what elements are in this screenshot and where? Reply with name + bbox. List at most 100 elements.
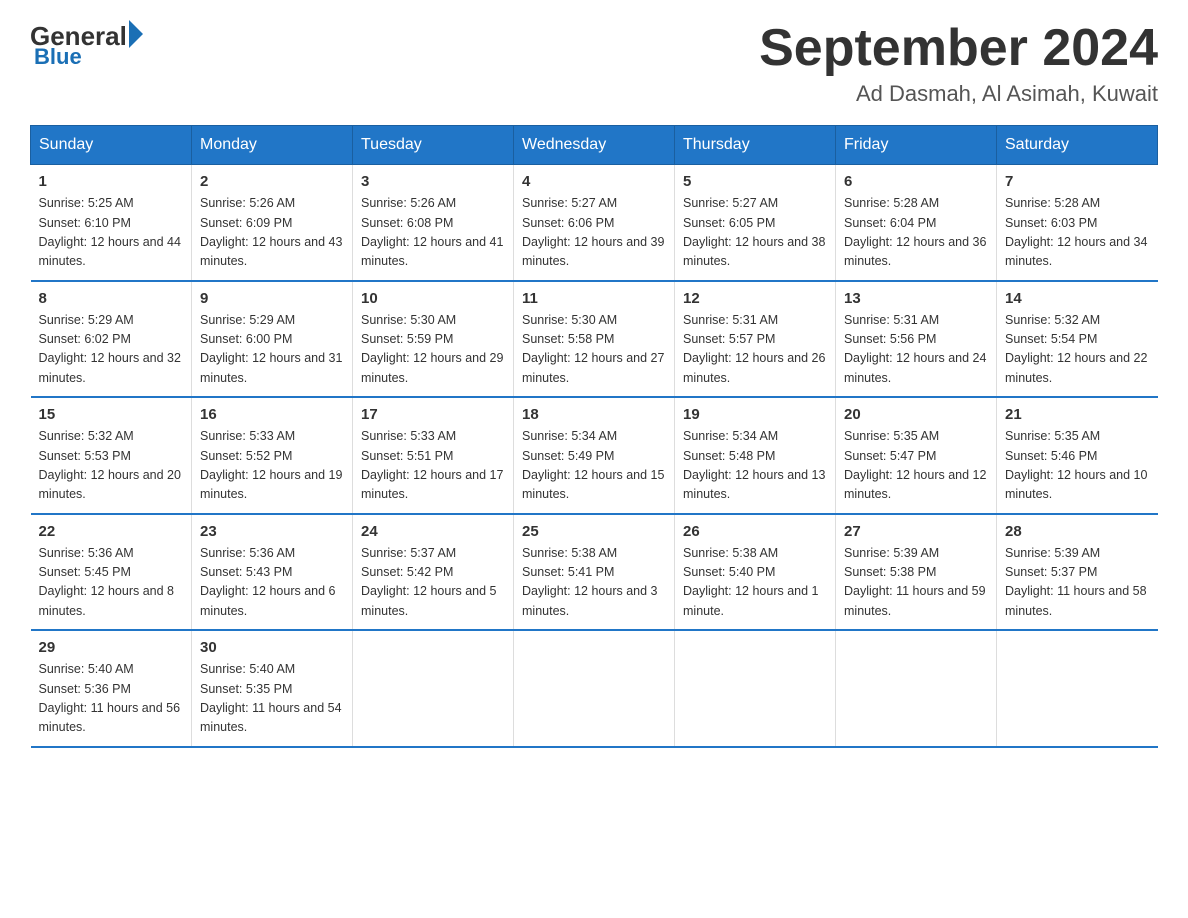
day-info: Sunrise: 5:27 AMSunset: 6:06 PMDaylight:… <box>522 194 666 272</box>
day-number: 6 <box>844 173 988 190</box>
calendar-cell: 30 Sunrise: 5:40 AMSunset: 5:35 PMDayligh… <box>192 630 353 747</box>
day-info: Sunrise: 5:35 AMSunset: 5:46 PMDaylight:… <box>1005 427 1150 505</box>
day-number: 16 <box>200 406 344 423</box>
logo-triangle-icon <box>129 20 143 48</box>
day-number: 15 <box>39 406 184 423</box>
calendar-cell: 1 Sunrise: 5:25 AMSunset: 6:10 PMDaylight… <box>31 165 192 281</box>
day-info: Sunrise: 5:40 AMSunset: 5:36 PMDaylight:… <box>39 660 184 738</box>
day-number: 10 <box>361 290 505 307</box>
calendar-cell: 19Sunrise: 5:34 AMSunset: 5:48 PMDayligh… <box>675 397 836 514</box>
day-info: Sunrise: 5:36 AMSunset: 5:43 PMDaylight:… <box>200 544 344 622</box>
calendar-week-row: 29 Sunrise: 5:40 AMSunset: 5:36 PMDayligh… <box>31 630 1158 747</box>
day-number: 18 <box>522 406 666 423</box>
day-number: 2 <box>200 173 344 190</box>
weekday-header-tuesday: Tuesday <box>353 126 514 165</box>
calendar-cell: 15Sunrise: 5:32 AMSunset: 5:53 PMDayligh… <box>31 397 192 514</box>
day-number: 4 <box>522 173 666 190</box>
day-info: Sunrise: 5:31 AMSunset: 5:57 PMDaylight:… <box>683 311 827 389</box>
logo: General Blue <box>30 20 143 70</box>
calendar-cell: 3 Sunrise: 5:26 AMSunset: 6:08 PMDaylight… <box>353 165 514 281</box>
day-info: Sunrise: 5:31 AMSunset: 5:56 PMDaylight:… <box>844 311 988 389</box>
calendar-cell: 14 Sunrise: 5:32 AMSunset: 5:54 PMDayligh… <box>997 281 1158 398</box>
weekday-header-row: SundayMondayTuesdayWednesdayThursdayFrid… <box>31 126 1158 165</box>
day-info: Sunrise: 5:33 AMSunset: 5:52 PMDaylight:… <box>200 427 344 505</box>
calendar-cell: 27 Sunrise: 5:39 AMSunset: 5:38 PMDayligh… <box>836 514 997 631</box>
calendar-cell: 28Sunrise: 5:39 AMSunset: 5:37 PMDayligh… <box>997 514 1158 631</box>
calendar-cell <box>675 630 836 747</box>
day-number: 21 <box>1005 406 1150 423</box>
weekday-header-thursday: Thursday <box>675 126 836 165</box>
day-number: 20 <box>844 406 988 423</box>
day-info: Sunrise: 5:39 AMSunset: 5:38 PMDaylight:… <box>844 544 988 622</box>
calendar-cell <box>997 630 1158 747</box>
calendar-cell: 7 Sunrise: 5:28 AMSunset: 6:03 PMDaylight… <box>997 165 1158 281</box>
day-info: Sunrise: 5:26 AMSunset: 6:09 PMDaylight:… <box>200 194 344 272</box>
day-info: Sunrise: 5:25 AMSunset: 6:10 PMDaylight:… <box>39 194 184 272</box>
day-info: Sunrise: 5:36 AMSunset: 5:45 PMDaylight:… <box>39 544 184 622</box>
day-number: 27 <box>844 523 988 540</box>
day-number: 29 <box>39 639 184 656</box>
day-info: Sunrise: 5:28 AMSunset: 6:04 PMDaylight:… <box>844 194 988 272</box>
calendar-cell: 20 Sunrise: 5:35 AMSunset: 5:47 PMDayligh… <box>836 397 997 514</box>
calendar-cell: 26 Sunrise: 5:38 AMSunset: 5:40 PMDayligh… <box>675 514 836 631</box>
day-info: Sunrise: 5:30 AMSunset: 5:59 PMDaylight:… <box>361 311 505 389</box>
calendar-cell: 23 Sunrise: 5:36 AMSunset: 5:43 PMDayligh… <box>192 514 353 631</box>
day-info: Sunrise: 5:40 AMSunset: 5:35 PMDaylight:… <box>200 660 344 738</box>
logo-blue-text: Blue <box>34 44 82 70</box>
day-number: 17 <box>361 406 505 423</box>
calendar-week-row: 22 Sunrise: 5:36 AMSunset: 5:45 PMDayligh… <box>31 514 1158 631</box>
calendar-cell: 6 Sunrise: 5:28 AMSunset: 6:04 PMDaylight… <box>836 165 997 281</box>
day-info: Sunrise: 5:32 AMSunset: 5:54 PMDaylight:… <box>1005 311 1150 389</box>
day-number: 5 <box>683 173 827 190</box>
day-info: Sunrise: 5:26 AMSunset: 6:08 PMDaylight:… <box>361 194 505 272</box>
day-number: 9 <box>200 290 344 307</box>
day-number: 19 <box>683 406 827 423</box>
day-info: Sunrise: 5:35 AMSunset: 5:47 PMDaylight:… <box>844 427 988 505</box>
day-info: Sunrise: 5:38 AMSunset: 5:40 PMDaylight:… <box>683 544 827 622</box>
weekday-header-wednesday: Wednesday <box>514 126 675 165</box>
calendar-cell: 17 Sunrise: 5:33 AMSunset: 5:51 PMDayligh… <box>353 397 514 514</box>
calendar-cell: 24 Sunrise: 5:37 AMSunset: 5:42 PMDayligh… <box>353 514 514 631</box>
day-info: Sunrise: 5:38 AMSunset: 5:41 PMDaylight:… <box>522 544 666 622</box>
weekday-header-saturday: Saturday <box>997 126 1158 165</box>
day-number: 22 <box>39 523 184 540</box>
day-number: 24 <box>361 523 505 540</box>
calendar-cell: 10 Sunrise: 5:30 AMSunset: 5:59 PMDayligh… <box>353 281 514 398</box>
day-number: 23 <box>200 523 344 540</box>
calendar-cell <box>353 630 514 747</box>
location-subtitle: Ad Dasmah, Al Asimah, Kuwait <box>759 81 1158 107</box>
calendar-cell: 25 Sunrise: 5:38 AMSunset: 5:41 PMDayligh… <box>514 514 675 631</box>
day-number: 25 <box>522 523 666 540</box>
calendar-cell: 8 Sunrise: 5:29 AMSunset: 6:02 PMDaylight… <box>31 281 192 398</box>
calendar-cell: 2 Sunrise: 5:26 AMSunset: 6:09 PMDaylight… <box>192 165 353 281</box>
day-info: Sunrise: 5:30 AMSunset: 5:58 PMDaylight:… <box>522 311 666 389</box>
day-number: 1 <box>39 173 184 190</box>
page-header: General Blue September 2024 Ad Dasmah, A… <box>30 20 1158 107</box>
day-info: Sunrise: 5:28 AMSunset: 6:03 PMDaylight:… <box>1005 194 1150 272</box>
day-number: 13 <box>844 290 988 307</box>
day-info: Sunrise: 5:34 AMSunset: 5:49 PMDaylight:… <box>522 427 666 505</box>
day-number: 7 <box>1005 173 1150 190</box>
calendar-cell: 21 Sunrise: 5:35 AMSunset: 5:46 PMDayligh… <box>997 397 1158 514</box>
day-number: 3 <box>361 173 505 190</box>
day-number: 12 <box>683 290 827 307</box>
calendar-week-row: 8 Sunrise: 5:29 AMSunset: 6:02 PMDaylight… <box>31 281 1158 398</box>
month-title: September 2024 <box>759 20 1158 77</box>
calendar-cell: 11Sunrise: 5:30 AMSunset: 5:58 PMDayligh… <box>514 281 675 398</box>
day-number: 8 <box>39 290 184 307</box>
day-info: Sunrise: 5:29 AMSunset: 6:02 PMDaylight:… <box>39 311 184 389</box>
calendar-table: SundayMondayTuesdayWednesdayThursdayFrid… <box>30 125 1158 748</box>
day-info: Sunrise: 5:37 AMSunset: 5:42 PMDaylight:… <box>361 544 505 622</box>
day-number: 14 <box>1005 290 1150 307</box>
calendar-cell: 9 Sunrise: 5:29 AMSunset: 6:00 PMDaylight… <box>192 281 353 398</box>
day-number: 30 <box>200 639 344 656</box>
weekday-header-friday: Friday <box>836 126 997 165</box>
calendar-cell: 4 Sunrise: 5:27 AMSunset: 6:06 PMDaylight… <box>514 165 675 281</box>
day-number: 26 <box>683 523 827 540</box>
calendar-cell: 22 Sunrise: 5:36 AMSunset: 5:45 PMDayligh… <box>31 514 192 631</box>
day-info: Sunrise: 5:27 AMSunset: 6:05 PMDaylight:… <box>683 194 827 272</box>
calendar-cell <box>514 630 675 747</box>
day-info: Sunrise: 5:29 AMSunset: 6:00 PMDaylight:… <box>200 311 344 389</box>
day-info: Sunrise: 5:33 AMSunset: 5:51 PMDaylight:… <box>361 427 505 505</box>
calendar-cell: 29 Sunrise: 5:40 AMSunset: 5:36 PMDayligh… <box>31 630 192 747</box>
